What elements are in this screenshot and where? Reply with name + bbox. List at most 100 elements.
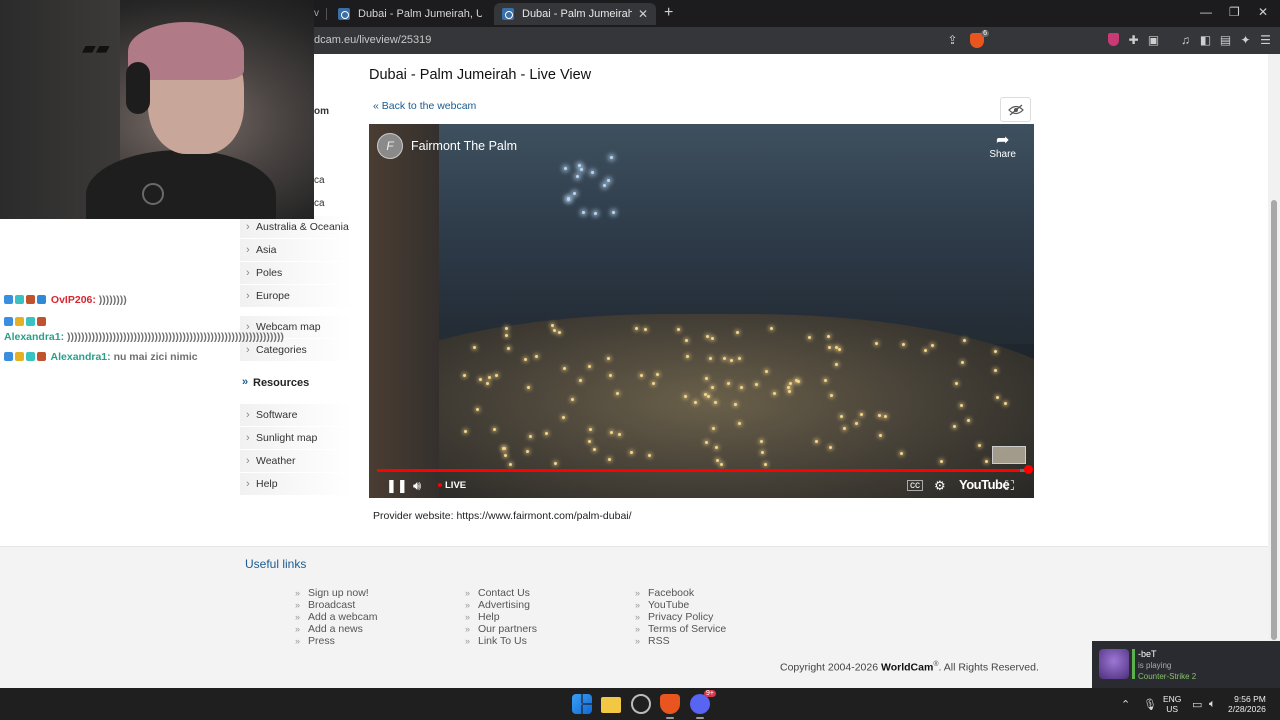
sidebar-toggle-icon[interactable]: ◧ — [1199, 34, 1212, 47]
notification-status: is playing — [1138, 661, 1172, 670]
footer-link[interactable]: Help — [465, 611, 537, 623]
city-light — [714, 401, 718, 405]
music-icon[interactable]: ♫ — [1179, 34, 1192, 47]
sidebar-item-australia[interactable]: Australia & Oceania — [240, 216, 352, 238]
city-light — [772, 392, 776, 396]
footer-link[interactable]: Facebook — [635, 587, 726, 599]
city-light — [877, 413, 881, 417]
back-to-webcam-link[interactable]: « Back to the webcam — [373, 100, 476, 112]
footer-link[interactable]: Link To Us — [465, 635, 537, 647]
file-explorer-icon[interactable] — [601, 697, 621, 713]
sidebar-item-weather[interactable]: Weather — [240, 450, 352, 472]
sidebar-heading-fragment: om — [314, 106, 329, 117]
footer-link[interactable]: Privacy Policy — [635, 611, 726, 623]
provider-url-link[interactable]: https://www.fairmont.com/palm-dubai/ — [456, 510, 631, 522]
windows-start-icon[interactable] — [572, 694, 592, 714]
fullscreen-icon[interactable]: ⛶ — [1005, 478, 1014, 494]
tab-close-icon[interactable]: ✕ — [638, 7, 648, 21]
footer-link[interactable]: Add a webcam — [295, 611, 377, 623]
city-light — [966, 418, 970, 422]
scrollbar-thumb[interactable] — [1271, 200, 1277, 640]
game-activity-notification[interactable]: -beT is playing Counter-Strike 2 — [1092, 641, 1280, 688]
new-tab-icon[interactable]: + — [664, 4, 673, 22]
footer-link[interactable]: Our partners — [465, 623, 537, 635]
sidebar-item-poles[interactable]: Poles — [240, 262, 352, 284]
settings-gear-icon[interactable]: ⚙ — [934, 478, 946, 494]
channel-avatar[interactable]: F — [377, 133, 403, 159]
page-scrollbar[interactable] — [1268, 54, 1280, 688]
sidebar-item-sunlight-map[interactable]: Sunlight map — [240, 427, 352, 449]
tray-overflow-icon[interactable]: ⌃ — [1121, 698, 1130, 711]
footer-link[interactable]: Advertising — [465, 599, 537, 611]
restore-icon[interactable]: ❐ — [1229, 5, 1240, 19]
clock[interactable]: 9:56 PM 2/28/2026 — [1228, 694, 1266, 714]
city-light — [840, 414, 844, 418]
tab-overflow-fragment[interactable]: v — [314, 8, 319, 19]
hide-overlay-button[interactable] — [1000, 97, 1031, 122]
city-light — [711, 385, 715, 389]
footer-links-column-3: Facebook YouTube Privacy Policy Terms of… — [635, 587, 726, 647]
footer-link[interactable]: YouTube — [635, 599, 726, 611]
share-page-icon[interactable]: ⇪ — [946, 34, 959, 47]
network-icon[interactable]: ▭ — [1192, 698, 1202, 711]
sidebar-item-asia[interactable]: Asia — [240, 239, 352, 261]
leo-ai-icon[interactable]: ✦ — [1239, 34, 1252, 47]
city-light — [923, 348, 927, 352]
chat-badge-icon — [15, 295, 24, 304]
worldcam-favicon-icon — [338, 8, 350, 20]
footer-link[interactable]: Sign up now! — [295, 587, 377, 599]
brave-shields-icon[interactable] — [970, 30, 990, 48]
captions-icon[interactable]: cc — [907, 480, 923, 491]
extension-shield-icon[interactable] — [1108, 33, 1119, 46]
footer-link[interactable]: Terms of Service — [635, 623, 726, 635]
city-light — [835, 363, 839, 367]
sidebar-item-fragment[interactable]: ca — [314, 198, 325, 209]
city-light — [953, 425, 957, 429]
tab-dubai-2-active[interactable]: Dubai - Palm Jumeirah, United A ✕ — [494, 3, 656, 25]
speaker-icon[interactable]: 🔈︎ — [1209, 698, 1216, 711]
city-light — [551, 324, 555, 328]
extensions-icon[interactable]: ✚ — [1127, 34, 1140, 47]
video-player[interactable]: F Fairmont The Palm ➦ Share ❚❚ 🔊︎ LIVE c… — [369, 124, 1034, 498]
footer-link[interactable]: Broadcast — [295, 599, 377, 611]
share-button[interactable]: ➦ Share — [989, 133, 1016, 161]
footer-link[interactable]: RSS — [635, 635, 726, 647]
city-light — [526, 449, 530, 453]
youtube-logo-button[interactable]: YouTube — [959, 477, 1010, 492]
tab-dubai-1[interactable]: Dubai - Palm Jumeirah, United Arab — [330, 3, 490, 25]
volume-icon[interactable]: 🔊︎ — [413, 478, 421, 494]
footer-link[interactable]: Contact Us — [465, 587, 537, 599]
water-reflection-light — [572, 191, 576, 195]
live-badge[interactable]: LIVE — [438, 480, 466, 491]
city-light — [789, 381, 793, 385]
city-light — [635, 327, 639, 331]
clock-date: 2/28/2026 — [1228, 704, 1266, 714]
sidebar-item-europe[interactable]: Europe — [240, 285, 352, 307]
sidebar-item-help[interactable]: Help — [240, 473, 352, 495]
city-light — [901, 343, 905, 347]
minimize-icon[interactable]: — — [1200, 5, 1212, 19]
counter-strike-icon[interactable] — [631, 694, 651, 714]
city-light — [787, 385, 791, 389]
wallet-icon[interactable]: ▤ — [1219, 34, 1232, 47]
channel-name[interactable]: Fairmont The Palm — [411, 139, 517, 153]
channel-header[interactable]: F Fairmont The Palm — [377, 133, 517, 159]
video-scrubber-handle[interactable] — [1024, 465, 1033, 474]
pause-icon[interactable]: ❚❚ — [386, 478, 408, 494]
chat-username: OvIP206: — [50, 294, 96, 306]
media-icon[interactable]: ▣ — [1147, 34, 1160, 47]
discord-icon[interactable] — [690, 690, 716, 714]
microphone-icon[interactable]: 🎙︎ — [1143, 698, 1157, 711]
menu-icon[interactable]: ☰ — [1259, 34, 1272, 47]
city-light — [730, 359, 734, 363]
sidebar-item-software[interactable]: Software — [240, 404, 352, 426]
footer-link[interactable]: Press — [295, 635, 377, 647]
sidebar-item-fragment[interactable]: ca — [314, 175, 325, 186]
language-indicator[interactable]: ENG US — [1163, 694, 1181, 714]
city-light — [478, 378, 482, 382]
url-field[interactable]: dcam.eu/liveview/25319 — [314, 34, 431, 46]
brave-browser-icon[interactable] — [660, 694, 680, 714]
close-window-icon[interactable]: ✕ — [1258, 5, 1268, 19]
footer-link[interactable]: Add a news — [295, 623, 377, 635]
video-progress-bar[interactable] — [377, 469, 1026, 472]
